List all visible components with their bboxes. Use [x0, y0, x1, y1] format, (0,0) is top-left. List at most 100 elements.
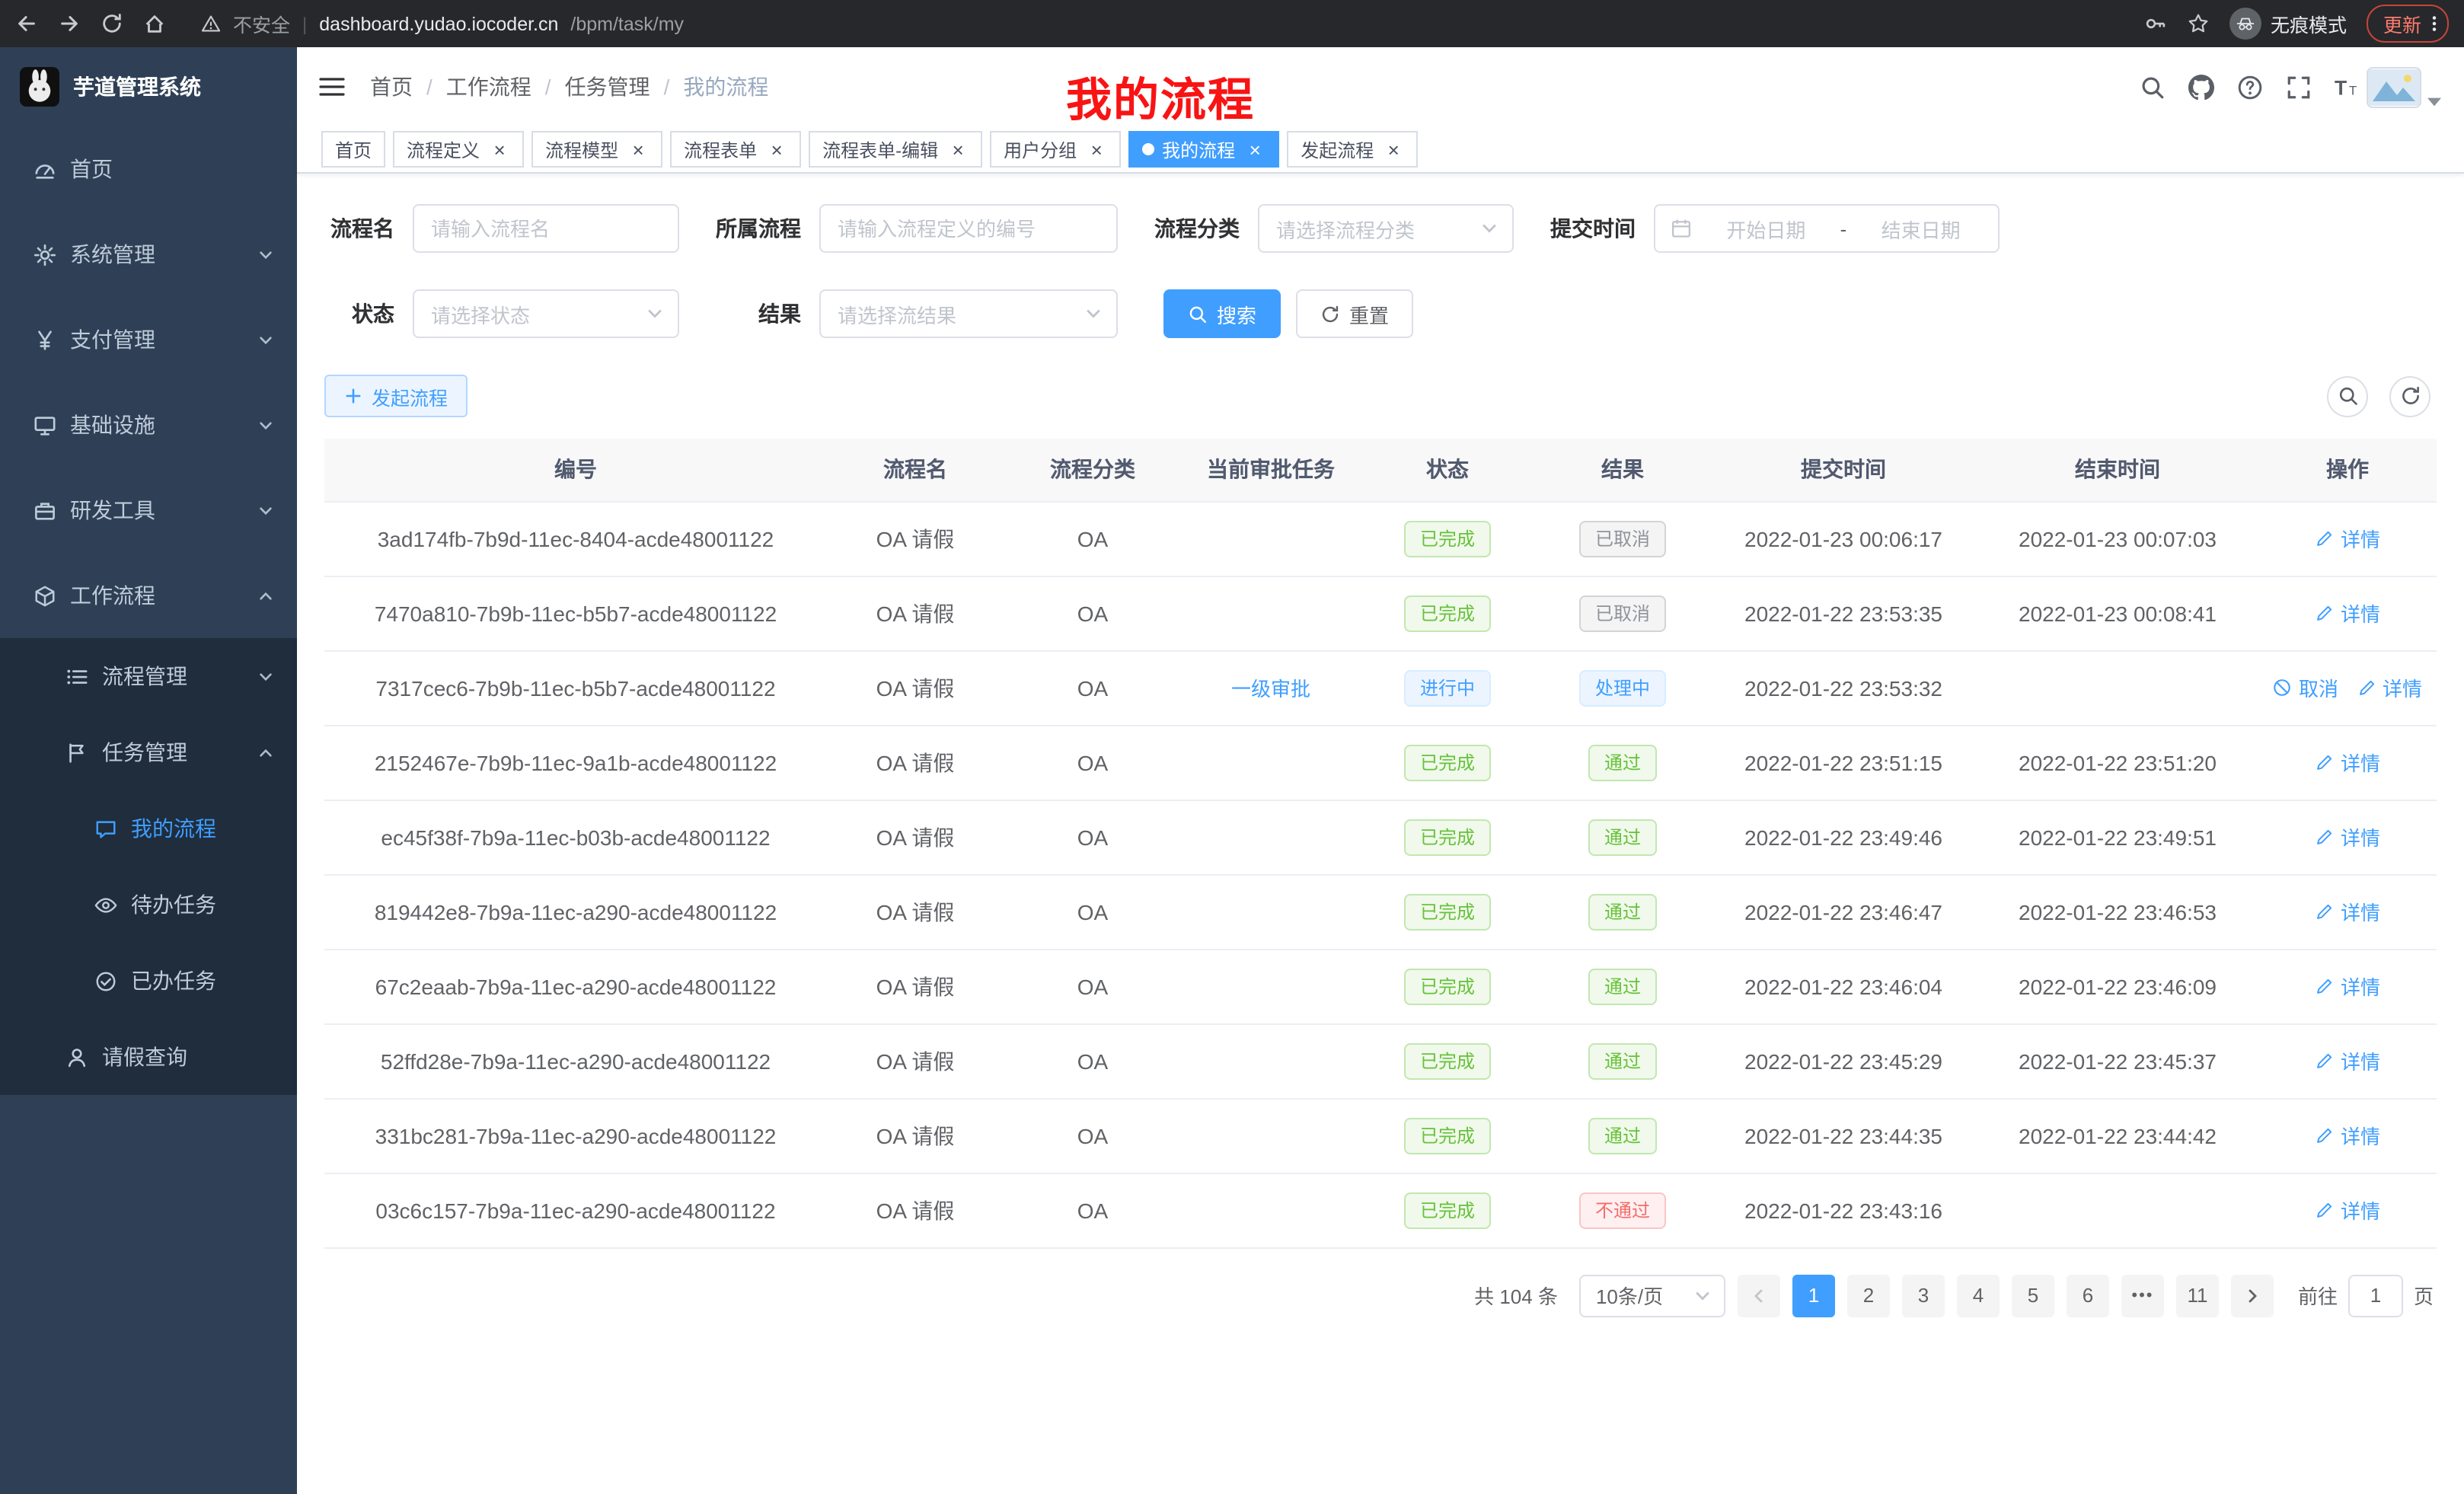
- sidebar-item-devtools[interactable]: 研发工具: [0, 468, 297, 553]
- search-button[interactable]: 搜索: [1163, 289, 1281, 338]
- refresh-icon[interactable]: [2389, 375, 2430, 417]
- page-button-3[interactable]: 3: [1902, 1274, 1945, 1317]
- tab-bpm-form[interactable]: 流程表单 ×: [670, 131, 801, 168]
- breadcrumb-item[interactable]: 工作流程: [446, 72, 531, 102]
- process-name-input[interactable]: [413, 204, 679, 253]
- goto-page-input[interactable]: [2348, 1274, 2403, 1317]
- close-icon[interactable]: ×: [1244, 139, 1266, 160]
- close-icon[interactable]: ×: [1086, 139, 1107, 160]
- breadcrumb-item[interactable]: 任务管理: [565, 72, 650, 102]
- detail-action[interactable]: 详情: [2315, 748, 2380, 777]
- detail-action[interactable]: 详情: [2315, 822, 2380, 851]
- hamburger-icon[interactable]: [318, 75, 346, 99]
- security-label[interactable]: 不安全: [233, 9, 290, 38]
- process-def-input[interactable]: [819, 204, 1118, 253]
- forward-icon[interactable]: [58, 12, 81, 35]
- tab-bpm-model[interactable]: 流程模型 ×: [531, 131, 662, 168]
- start-process-button[interactable]: 发起流程: [324, 375, 468, 417]
- refresh-icon[interactable]: [101, 12, 123, 35]
- cell-actions: 详情: [2258, 800, 2437, 874]
- table-row[interactable]: 2152467e-7b9b-11ec-9a1b-acde48001122 OA …: [324, 725, 2437, 800]
- page-button-5[interactable]: 5: [2012, 1274, 2054, 1317]
- sidebar-item-payment[interactable]: 支付管理: [0, 297, 297, 382]
- close-icon[interactable]: ×: [947, 139, 969, 160]
- cell-actions: 详情: [2258, 1098, 2437, 1173]
- sidebar-item-task-mgmt[interactable]: 任务管理: [0, 714, 297, 790]
- page-button-11[interactable]: 11: [2176, 1274, 2219, 1317]
- sidebar-item-leave-query[interactable]: 请假查询: [0, 1019, 297, 1095]
- github-icon[interactable]: [2188, 74, 2214, 100]
- category-select[interactable]: 请选择流程分类: [1258, 204, 1514, 253]
- url-domain[interactable]: dashboard.yudao.iocoder.cn: [319, 13, 558, 34]
- tab-bpm-definition[interactable]: 流程定义 ×: [393, 131, 524, 168]
- search-icon[interactable]: [2140, 74, 2166, 100]
- current-task-link[interactable]: 一级审批: [1231, 673, 1310, 702]
- breadcrumb-item[interactable]: 首页: [370, 72, 413, 102]
- detail-action[interactable]: 详情: [2315, 972, 2380, 1001]
- table-row[interactable]: 331bc281-7b9a-11ec-a290-acde48001122 OA …: [324, 1098, 2437, 1173]
- table-row[interactable]: 67c2eaab-7b9a-11ec-a290-acde48001122 OA …: [324, 949, 2437, 1023]
- menu-dots-icon[interactable]: [2432, 14, 2437, 34]
- table-row[interactable]: ec45f38f-7b9a-11ec-b03b-acde48001122 OA …: [324, 800, 2437, 874]
- page-button-2[interactable]: 2: [1847, 1274, 1890, 1317]
- home-icon[interactable]: [143, 12, 166, 35]
- close-icon[interactable]: ×: [1383, 139, 1404, 160]
- sidebar-item-my-process[interactable]: 我的流程: [0, 790, 297, 867]
- app-logo[interactable]: 芋道管理系统: [0, 47, 297, 126]
- sidebar-item-todo-tasks[interactable]: 待办任务: [0, 867, 297, 943]
- detail-action[interactable]: 详情: [2315, 1121, 2380, 1150]
- page-button-4[interactable]: 4: [1957, 1274, 2000, 1317]
- close-icon[interactable]: ×: [489, 139, 510, 160]
- page-button-1[interactable]: 1: [1792, 1274, 1835, 1317]
- prev-page-button[interactable]: [1738, 1274, 1780, 1317]
- table-row[interactable]: 03c6c157-7b9a-11ec-a290-acde48001122 OA …: [324, 1173, 2437, 1247]
- close-icon[interactable]: ×: [627, 139, 649, 160]
- url-path[interactable]: /bpm/task/my: [570, 13, 684, 34]
- user-avatar[interactable]: [2367, 66, 2421, 107]
- key-icon[interactable]: [2144, 12, 2167, 35]
- start-date-placeholder[interactable]: 开始日期: [1704, 214, 1828, 243]
- page-size-select[interactable]: 10条/页: [1579, 1274, 1725, 1317]
- detail-action[interactable]: 详情: [2315, 1196, 2380, 1224]
- font-size-icon[interactable]: TT: [2335, 74, 2360, 100]
- detail-action[interactable]: 详情: [2357, 673, 2422, 702]
- table-row[interactable]: 7317cec6-7b9b-11ec-b5b7-acde48001122 OA …: [324, 650, 2437, 725]
- detail-action[interactable]: 详情: [2315, 524, 2380, 553]
- next-page-button[interactable]: [2231, 1274, 2274, 1317]
- sidebar-item-done-tasks[interactable]: 已办任务: [0, 943, 297, 1019]
- address-bar[interactable]: 不安全 | dashboard.yudao.iocoder.cn/bpm/tas…: [201, 9, 684, 38]
- question-icon[interactable]: [2237, 74, 2263, 100]
- sidebar-item-process-mgmt[interactable]: 流程管理: [0, 638, 297, 714]
- table-row[interactable]: 819442e8-7b9a-11ec-a290-acde48001122 OA …: [324, 874, 2437, 949]
- tab-start-process[interactable]: 发起流程 ×: [1287, 131, 1418, 168]
- detail-action[interactable]: 详情: [2315, 1046, 2380, 1075]
- update-button[interactable]: 更新: [2367, 5, 2449, 43]
- tab-my-process[interactable]: 我的流程 ×: [1128, 131, 1279, 168]
- table-row[interactable]: 52ffd28e-7b9a-11ec-a290-acde48001122 OA …: [324, 1023, 2437, 1098]
- sidebar-item-infra[interactable]: 基础设施: [0, 382, 297, 468]
- caret-down-icon[interactable]: [2427, 97, 2441, 106]
- date-range-picker[interactable]: 开始日期 - 结束日期: [1654, 204, 2000, 253]
- page-button-6[interactable]: 6: [2067, 1274, 2109, 1317]
- sidebar-item-home[interactable]: 首页: [0, 126, 297, 212]
- table-row[interactable]: 7470a810-7b9b-11ec-b5b7-acde48001122 OA …: [324, 576, 2437, 650]
- detail-action[interactable]: 详情: [2315, 897, 2380, 926]
- cancel-action[interactable]: 取消: [2273, 673, 2338, 702]
- detail-action[interactable]: 详情: [2315, 599, 2380, 627]
- fullscreen-icon[interactable]: [2286, 74, 2312, 100]
- star-icon[interactable]: [2187, 12, 2210, 35]
- end-date-placeholder[interactable]: 结束日期: [1859, 214, 1983, 243]
- close-icon[interactable]: ×: [766, 139, 787, 160]
- search-icon[interactable]: [2327, 375, 2368, 417]
- tab-user-group[interactable]: 用户分组 ×: [990, 131, 1121, 168]
- page-ellipsis[interactable]: •••: [2121, 1274, 2164, 1317]
- sidebar-item-workflow[interactable]: 工作流程: [0, 553, 297, 638]
- sidebar-item-system[interactable]: 系统管理: [0, 212, 297, 297]
- table-row[interactable]: 3ad174fb-7b9d-11ec-8404-acde48001122 OA …: [324, 501, 2437, 576]
- status-select[interactable]: 请选择状态: [413, 289, 679, 338]
- result-select[interactable]: 请选择流结果: [819, 289, 1118, 338]
- reset-button[interactable]: 重置: [1296, 289, 1413, 338]
- tab-bpm-form-edit[interactable]: 流程表单-编辑 ×: [809, 131, 982, 168]
- tab-home[interactable]: 首页: [321, 131, 385, 168]
- back-icon[interactable]: [15, 12, 38, 35]
